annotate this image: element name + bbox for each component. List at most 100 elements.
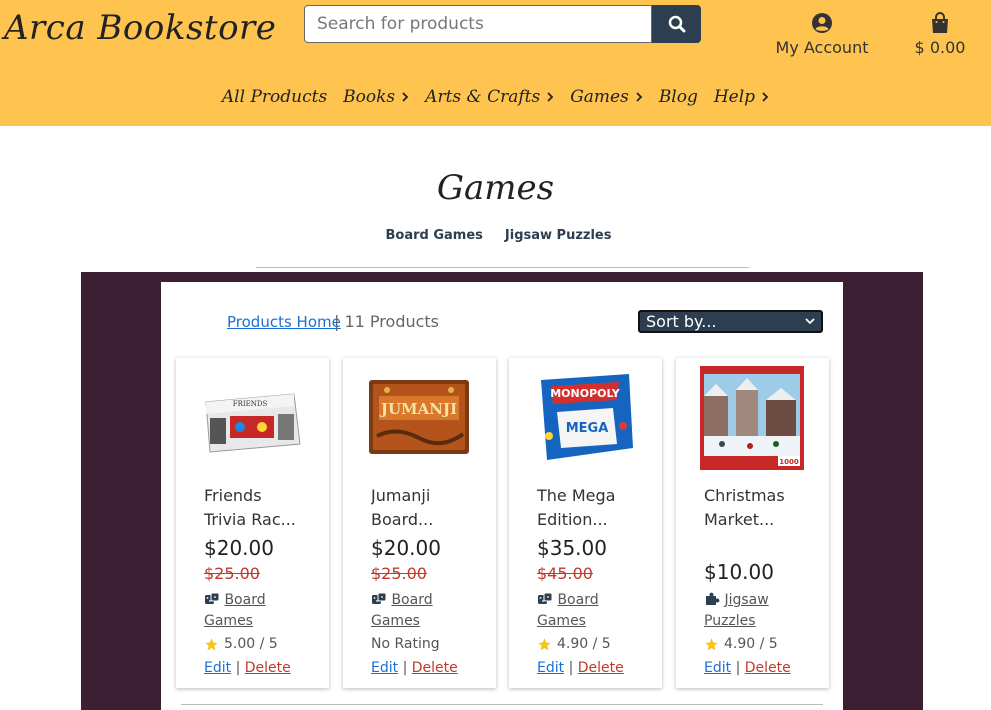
image-text: MONOPOLY — [550, 387, 621, 400]
product-count: | 11 Products — [334, 312, 439, 331]
rating-text: 4.90 / 5 — [724, 636, 778, 652]
category-text: Board — [224, 592, 266, 608]
star-icon — [205, 637, 218, 650]
category-text: Jigsaw — [724, 592, 769, 608]
category-text: Games — [537, 613, 586, 629]
products-home-link[interactable]: Products Home — [227, 313, 341, 331]
delete-link[interactable]: Delete — [578, 660, 624, 676]
dice-icon — [538, 592, 553, 604]
product-category-link[interactable]: Board Games — [204, 590, 314, 632]
search-bar — [304, 5, 701, 43]
subcategory-jigsaw-puzzles[interactable]: Jigsaw Puzzles — [505, 228, 612, 243]
product-rating: No Rating — [371, 636, 440, 652]
divider — [256, 267, 749, 268]
product-name-line: Jumanji — [371, 486, 431, 505]
product-actions: Edit | Delete — [704, 660, 791, 676]
subcategory-board-games[interactable]: Board Games — [386, 228, 483, 243]
product-name-line: Christmas — [704, 486, 785, 505]
product-rating: 5.00 / 5 — [204, 636, 278, 652]
product-name[interactable]: Christmas Market... — [704, 484, 816, 532]
product-category-link[interactable]: Board Games — [537, 590, 647, 632]
product-name-line: Friends — [204, 486, 262, 505]
product-name-line: Market... — [704, 510, 775, 529]
product-name-line: The Mega — [537, 486, 616, 505]
product-image[interactable]: MONOPOLY MEGA — [533, 366, 637, 470]
nav-item-arts-crafts[interactable]: Arts & Crafts — [425, 87, 554, 107]
nav-item-all-products[interactable]: All Products — [222, 87, 327, 107]
product-name[interactable]: Jumanji Board... — [371, 484, 483, 532]
nav-item-label: Arts & Crafts — [425, 87, 541, 107]
product-name[interactable]: The Mega Edition... — [537, 484, 649, 532]
my-account-link[interactable]: My Account — [770, 12, 874, 62]
action-separator: | — [402, 660, 412, 676]
star-icon — [705, 637, 718, 650]
rating-text: 5.00 / 5 — [224, 636, 278, 652]
cart-link[interactable]: $ 0.00 — [910, 12, 970, 62]
product-card: FRIENDS Friends Trivia Rac... $20.00 $25… — [176, 358, 329, 688]
search-icon — [668, 15, 685, 33]
product-name[interactable]: Friends Trivia Rac... — [204, 484, 316, 532]
image-text: MEGA — [566, 421, 609, 436]
rating-text: No Rating — [371, 636, 440, 652]
chevron-right-icon — [547, 92, 554, 102]
product-category-link[interactable]: Jigsaw Puzzles — [704, 590, 814, 632]
nav-item-label: Blog — [658, 87, 698, 107]
main-nav: All Products Books Arts & Crafts Games B… — [0, 82, 991, 112]
category-text: Games — [204, 613, 253, 629]
edit-link[interactable]: Edit — [204, 660, 231, 676]
site-logo[interactable]: Arca Bookstore — [4, 8, 276, 48]
category-text: Board — [557, 592, 599, 608]
product-image[interactable]: 1000 — [700, 366, 804, 470]
dice-icon — [372, 592, 387, 604]
delete-link[interactable]: Delete — [412, 660, 458, 676]
image-text: 1000 — [779, 458, 799, 466]
nav-item-label: All Products — [221, 87, 328, 107]
sort-select[interactable]: Sort by... — [638, 310, 823, 333]
nav-item-blog[interactable]: Blog — [659, 87, 698, 107]
action-separator: | — [568, 660, 578, 676]
product-old-price: $25.00 — [204, 564, 260, 583]
product-old-price: $25.00 — [371, 564, 427, 583]
user-circle-icon — [812, 13, 832, 33]
edit-link[interactable]: Edit — [537, 660, 564, 676]
product-price: $35.00 — [537, 536, 607, 560]
chevron-right-icon — [636, 92, 643, 102]
action-separator: | — [735, 660, 745, 676]
chevron-down-icon — [805, 318, 815, 325]
star-icon — [538, 637, 551, 650]
nav-item-books[interactable]: Books — [343, 87, 409, 107]
delete-link[interactable]: Delete — [745, 660, 791, 676]
page-title: Games — [436, 168, 555, 208]
image-text: JUMANJI — [379, 400, 457, 418]
count-separator: | — [334, 312, 340, 331]
product-image[interactable]: FRIENDS — [200, 366, 304, 470]
product-price: $20.00 — [204, 536, 274, 560]
chevron-right-icon — [402, 92, 409, 102]
category-text: Games — [371, 613, 420, 629]
search-button[interactable] — [652, 5, 701, 43]
product-price: $10.00 — [704, 560, 774, 584]
action-separator: | — [235, 660, 245, 676]
image-text: FRIENDS — [233, 400, 268, 408]
product-old-price: $45.00 — [537, 564, 593, 583]
delete-link[interactable]: Delete — [245, 660, 291, 676]
nav-item-label: Games — [570, 87, 629, 107]
product-rating: 4.90 / 5 — [704, 636, 778, 652]
product-image[interactable]: JUMANJI — [367, 366, 471, 470]
nav-item-help[interactable]: Help — [714, 87, 769, 107]
edit-link[interactable]: Edit — [371, 660, 398, 676]
edit-link[interactable]: Edit — [704, 660, 731, 676]
nav-item-label: Books — [343, 87, 396, 107]
puzzle-icon — [706, 592, 720, 605]
search-input[interactable] — [304, 5, 652, 43]
divider — [181, 704, 823, 705]
nav-item-label: Help — [713, 87, 756, 107]
sort-selected-value: Sort by... — [646, 312, 717, 331]
nav-item-games[interactable]: Games — [570, 87, 643, 107]
cart-total: $ 0.00 — [914, 38, 966, 57]
dice-icon — [205, 592, 220, 604]
product-rating: 4.90 / 5 — [537, 636, 611, 652]
product-name-line: Trivia Rac... — [204, 510, 296, 529]
product-category-link[interactable]: Board Games — [371, 590, 481, 632]
product-actions: Edit | Delete — [204, 660, 291, 676]
